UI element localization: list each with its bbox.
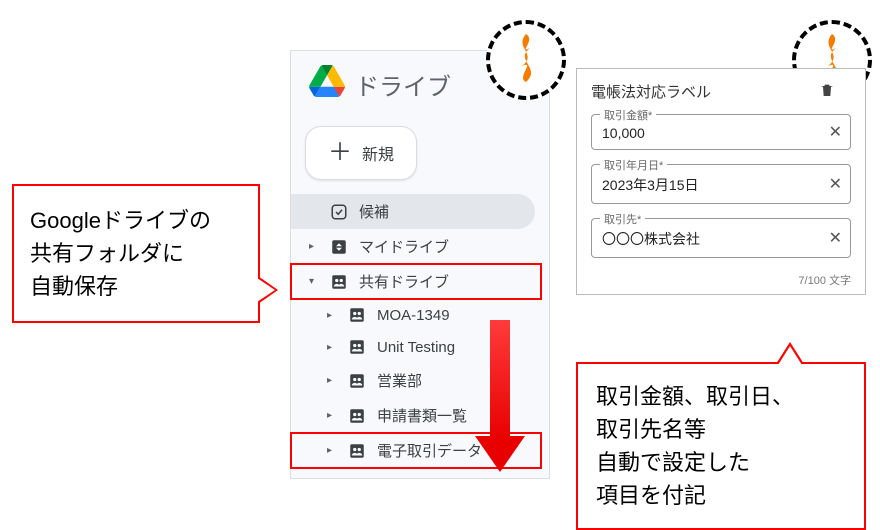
clear-icon[interactable]: ✕ xyxy=(829,174,842,194)
label-panel-title: 電帳法対応ラベル xyxy=(591,81,711,102)
shared-drive-icon xyxy=(347,306,367,324)
field-label: 取引金額* xyxy=(600,107,656,123)
nav-label: MOA-1349 xyxy=(377,307,450,324)
shared-drive-icon xyxy=(347,407,367,425)
chevron-down-icon: ▾ xyxy=(309,276,319,287)
shared-drive-icon xyxy=(347,372,367,390)
shared-drive-icon xyxy=(347,442,367,460)
field-amount[interactable]: 取引金額* 10,000 ✕ xyxy=(591,114,851,150)
my-drive-icon xyxy=(329,238,349,256)
trash-icon[interactable] xyxy=(819,82,835,102)
field-value: 2023年3月15日 xyxy=(602,177,699,193)
swish-icon xyxy=(506,34,546,87)
nav-label: Unit Testing xyxy=(377,339,455,356)
label-panel-header: 電帳法対応ラベル xyxy=(591,81,851,102)
callout-text: Googleドライブの 共有フォルダに 自動保存 xyxy=(30,208,211,299)
chevron-right-icon: ▸ xyxy=(327,310,337,321)
new-button-label: 新規 xyxy=(362,141,394,165)
field-date[interactable]: 取引年月日* 2023年3月15日 ✕ xyxy=(591,164,851,204)
field-value: 〇〇〇株式会社 xyxy=(602,231,700,247)
chevron-right-icon: ▸ xyxy=(327,410,337,421)
clear-icon[interactable]: ✕ xyxy=(829,228,842,248)
new-button[interactable]: ＋ 新規 xyxy=(305,126,417,180)
red-arrow-annotation xyxy=(480,320,520,470)
callout-labels: 取引金額、取引日、 取引先名等 自動で設定した 項目を付記 xyxy=(576,362,866,530)
callout-text: 取引金額、取引日、 取引先名等 自動で設定した 項目を付記 xyxy=(596,384,794,508)
chevron-right-icon: ▸ xyxy=(327,342,337,353)
plus-icon: ＋ xyxy=(328,141,352,165)
chevron-right-icon: ▸ xyxy=(327,375,337,386)
field-value: 10,000 xyxy=(602,125,645,141)
shared-drive-icon xyxy=(329,273,349,291)
drive-title: ドライブ xyxy=(355,67,451,102)
label-panel: 電帳法対応ラベル 取引金額* 10,000 ✕ 取引年月日* 2023年3月15… xyxy=(576,68,866,295)
clear-icon[interactable]: ✕ xyxy=(829,122,842,142)
callout-auto-save: Googleドライブの 共有フォルダに 自動保存 xyxy=(12,184,260,323)
nav-label: 申請書類一覧 xyxy=(377,405,467,426)
shared-drive-icon xyxy=(347,338,367,356)
field-label: 取引先* xyxy=(600,211,645,227)
nav-label: 営業部 xyxy=(377,370,422,391)
nav-label: 共有ドライブ xyxy=(359,271,449,292)
drive-logo-icon xyxy=(309,65,345,104)
checkbox-icon xyxy=(329,203,349,221)
nav-shared-drives[interactable]: ▾ 共有ドライブ xyxy=(291,264,541,299)
chevron-right-icon: ▸ xyxy=(309,241,319,252)
badge-circle-left xyxy=(486,20,566,100)
nav-priority[interactable]: 候補 xyxy=(291,194,535,229)
field-partner[interactable]: 取引先* 〇〇〇株式会社 ✕ xyxy=(591,218,851,258)
nav-my-drive[interactable]: ▸ マイドライブ xyxy=(291,229,535,264)
nav-label: マイドライブ xyxy=(359,236,449,257)
field-label: 取引年月日* xyxy=(600,157,667,173)
nav-label: 電子取引データ xyxy=(377,440,482,461)
chevron-right-icon: ▸ xyxy=(327,445,337,456)
nav-label: 候補 xyxy=(359,201,389,222)
char-count: 7/100 文字 xyxy=(591,272,851,288)
